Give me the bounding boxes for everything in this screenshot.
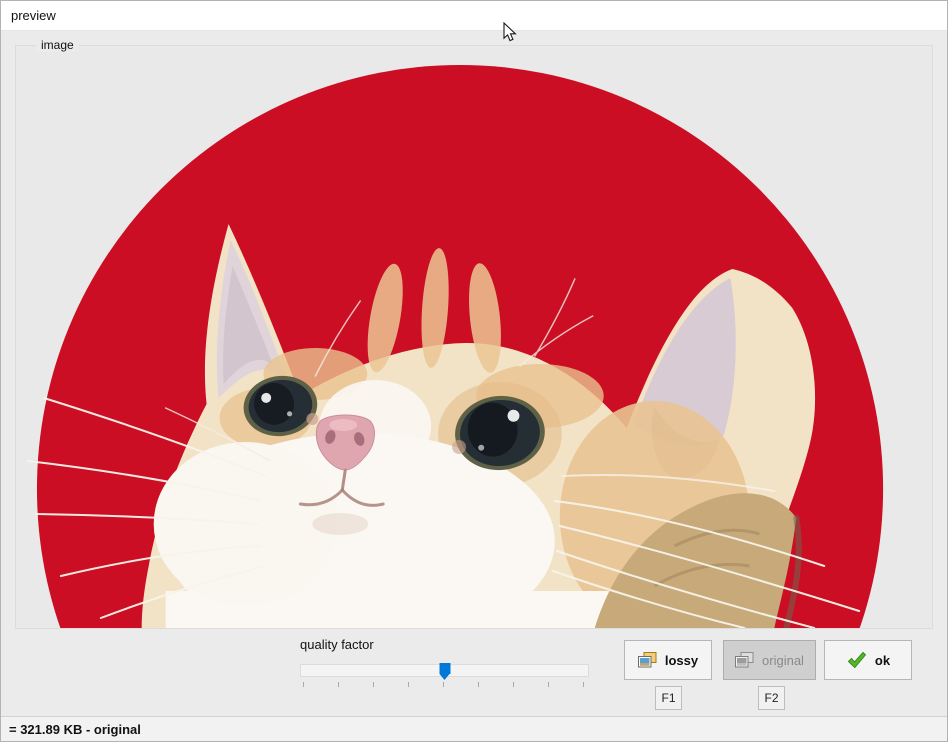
original-button[interactable]: original [723, 640, 816, 680]
dialog-content: image [1, 32, 947, 715]
f2-shortcut-key: F2 [758, 686, 785, 710]
tick-mark [303, 682, 304, 687]
slider-ticks [303, 682, 584, 688]
image-preview [16, 46, 932, 628]
tick-mark [408, 682, 409, 687]
tick-mark [513, 682, 514, 687]
status-bar: = 321.89 KB - original [1, 716, 947, 741]
tick-mark [478, 682, 479, 687]
check-icon [846, 651, 867, 669]
status-text: = 321.89 KB - original [9, 722, 141, 737]
image-group-label: image [36, 38, 79, 52]
tick-mark [583, 682, 584, 687]
lossy-button[interactable]: lossy [624, 640, 712, 680]
tick-mark [548, 682, 549, 687]
window-title: preview [11, 8, 56, 23]
slider-thumb[interactable] [439, 663, 450, 674]
tick-mark [443, 682, 444, 687]
ok-button[interactable]: ok [824, 640, 912, 680]
image-groupbox: image [15, 45, 933, 629]
title-bar[interactable]: preview [1, 1, 947, 31]
original-button-label: original [762, 653, 804, 668]
f1-shortcut-key: F1 [655, 686, 682, 710]
quality-factor-label: quality factor [300, 637, 374, 652]
ok-button-label: ok [875, 653, 890, 668]
lossy-button-label: lossy [665, 653, 698, 668]
quality-slider[interactable] [300, 664, 589, 677]
tick-mark [338, 682, 339, 687]
tick-mark [373, 682, 374, 687]
images-icon [735, 652, 754, 668]
images-icon [638, 652, 657, 668]
preview-window: preview image [0, 0, 948, 742]
